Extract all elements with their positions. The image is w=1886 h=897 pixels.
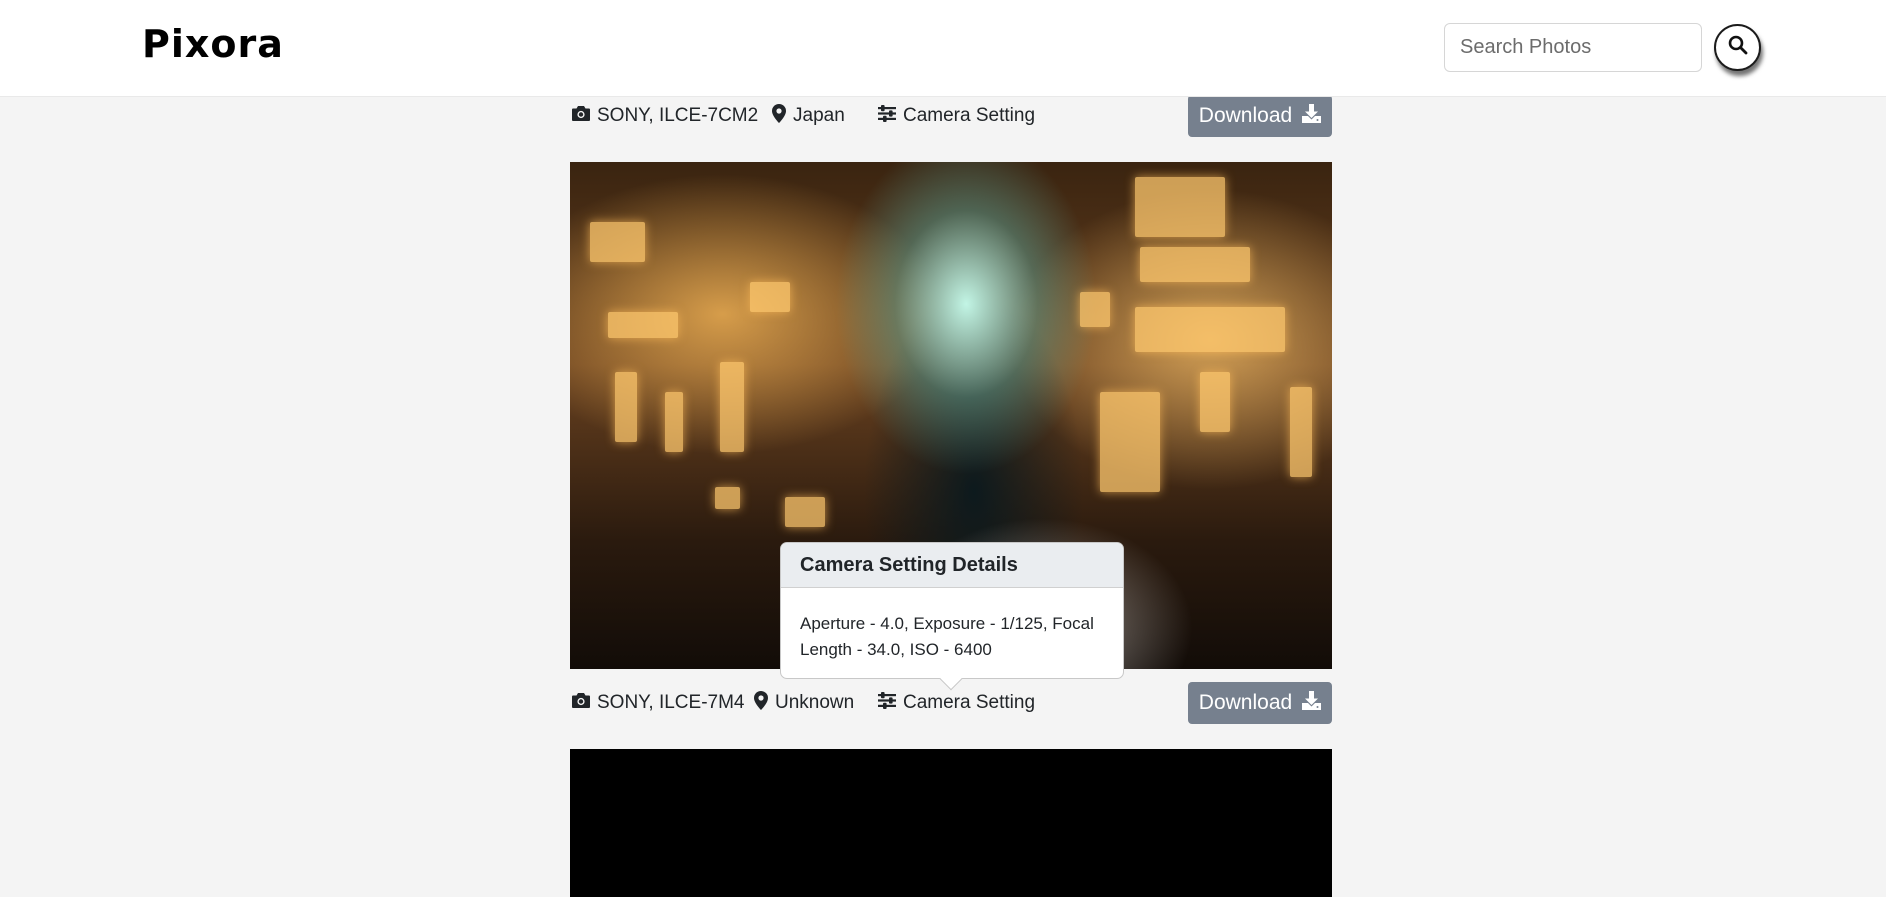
lit-window — [1100, 392, 1160, 492]
lit-window — [1080, 292, 1110, 327]
sliders-icon — [878, 691, 903, 715]
location-info: Unknown — [754, 682, 854, 724]
camera-setting-label: Camera Setting — [903, 692, 1036, 713]
camera-icon — [572, 692, 597, 714]
camera-setting-link[interactable]: Camera Setting — [878, 682, 1035, 724]
lit-window — [1290, 387, 1312, 477]
camera-setting-label: Camera Setting — [903, 105, 1036, 126]
download-label: Download — [1198, 104, 1293, 127]
download-icon — [1292, 690, 1322, 716]
top-navbar: Pixora — [0, 0, 1886, 97]
popover-title: Camera Setting Details — [781, 543, 1123, 588]
lit-window — [615, 372, 637, 442]
download-label: Download — [1198, 691, 1293, 714]
map-pin-icon — [754, 690, 775, 716]
location-info: Japan — [772, 95, 845, 137]
photo-image[interactable] — [570, 749, 1332, 897]
logo[interactable]: Pixora — [142, 22, 284, 66]
search-icon — [1728, 35, 1748, 60]
camera-label: SONY, ILCE-7CM2 — [597, 105, 759, 126]
lit-window — [720, 362, 744, 452]
camera-setting-link[interactable]: Camera Setting — [878, 95, 1035, 137]
lit-window — [1135, 307, 1285, 352]
lit-window — [1200, 372, 1230, 432]
search-button[interactable] — [1714, 24, 1761, 71]
camera-label: SONY, ILCE-7M4 — [597, 692, 745, 713]
lit-window — [1135, 177, 1225, 237]
popover-body: Aperture - 4.0, Exposure - 1/125, Focal … — [800, 614, 1094, 659]
lit-window — [715, 487, 740, 509]
map-pin-icon — [772, 103, 793, 129]
location-label: Unknown — [775, 692, 855, 713]
camera-info: SONY, ILCE-7CM2 — [572, 95, 758, 137]
camera-icon — [572, 105, 597, 127]
camera-info: SONY, ILCE-7M4 — [572, 682, 744, 724]
search-input[interactable] — [1444, 23, 1702, 72]
lit-window — [590, 222, 645, 262]
photo-meta-bar: SONY, ILCE-7CM2 Japan Camera Setting Dow… — [570, 95, 1332, 137]
lit-window — [750, 282, 790, 312]
lit-window — [1140, 247, 1250, 282]
lit-window — [785, 497, 825, 527]
camera-setting-popover: Camera Setting Details Aperture - 4.0, E… — [780, 542, 1124, 691]
download-icon — [1292, 103, 1322, 129]
location-label: Japan — [793, 105, 845, 126]
download-button[interactable]: Download — [1188, 95, 1332, 137]
sliders-icon — [878, 104, 903, 128]
lit-window — [608, 312, 678, 338]
lit-window — [665, 392, 683, 452]
download-button[interactable]: Download — [1188, 682, 1332, 724]
